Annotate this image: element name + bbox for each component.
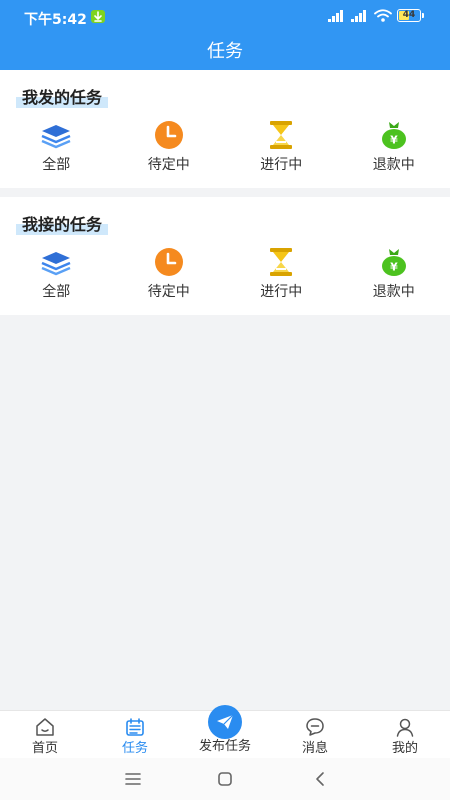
status-in-progress[interactable]: 进行中 — [225, 245, 338, 311]
status-time: 下午5:42 — [24, 12, 87, 28]
section-published-tasks: 我发的任务 全部 待定中 进行中 ¥ 退款中 — [0, 70, 450, 188]
status-label: 退款中 — [372, 284, 415, 300]
wifi-icon — [374, 9, 392, 22]
tab-me[interactable]: 我的 — [360, 711, 450, 759]
tab-tasks[interactable]: 任务 — [90, 711, 180, 759]
status-label: 进行中 — [260, 284, 303, 300]
signal-icon — [351, 9, 366, 22]
back-icon[interactable] — [309, 768, 331, 790]
download-icon — [91, 10, 105, 23]
tab-label: 消息 — [301, 741, 328, 756]
app-header: 下午5:42 44 任务 — [0, 0, 450, 70]
hourglass-icon — [270, 248, 293, 276]
hourglass-icon — [270, 121, 293, 149]
tab-label: 我的 — [391, 741, 418, 756]
svg-text:¥: ¥ — [390, 134, 398, 147]
clock-icon — [154, 121, 183, 149]
tab-home[interactable]: 首页 — [0, 711, 90, 759]
money-bag-icon: ¥ — [381, 122, 406, 149]
status-label: 全部 — [42, 157, 71, 173]
calendar-icon — [126, 718, 144, 736]
status-label: 全部 — [42, 284, 71, 300]
svg-text:¥: ¥ — [390, 261, 398, 274]
battery-level: 44 — [402, 10, 416, 20]
bottom-tab-bar: 首页 任务 发布任务 消息 我的 — [0, 705, 450, 759]
layers-icon — [41, 252, 71, 276]
chat-bubble-icon — [306, 718, 324, 736]
status-icons: 44 — [323, 9, 424, 22]
task-status-grid: 全部 待定中 进行中 ¥ 退款中 — [0, 245, 450, 311]
paper-plane-icon — [217, 714, 234, 729]
section-title: 我发的任务 — [16, 84, 109, 108]
status-all[interactable]: 全部 — [0, 245, 113, 311]
home-icon — [36, 718, 54, 736]
status-in-progress[interactable]: 进行中 — [225, 118, 338, 184]
status-refunding[interactable]: ¥ 退款中 — [338, 245, 450, 311]
tab-label: 任务 — [121, 741, 148, 756]
system-navigation-bar — [0, 758, 450, 800]
status-pending[interactable]: 待定中 — [113, 245, 226, 311]
money-bag-icon: ¥ — [381, 249, 406, 276]
battery-icon: 44 — [397, 9, 421, 22]
page-title: 任务 — [207, 41, 243, 62]
tab-messages[interactable]: 消息 — [270, 711, 360, 759]
home-square-icon[interactable] — [214, 768, 236, 790]
status-pending[interactable]: 待定中 — [113, 118, 226, 184]
battery-tip — [422, 13, 424, 18]
user-icon — [396, 718, 414, 737]
tab-label: 首页 — [31, 741, 58, 756]
status-label: 退款中 — [372, 157, 415, 173]
status-refunding[interactable]: ¥ 退款中 — [338, 118, 450, 184]
layers-icon — [41, 125, 71, 149]
status-label: 待定中 — [147, 284, 190, 300]
section-title: 我接的任务 — [16, 211, 109, 235]
menu-icon[interactable] — [122, 768, 144, 790]
tab-publish-task[interactable]: 发布任务 — [180, 705, 270, 759]
status-label: 待定中 — [147, 157, 190, 173]
clock-icon — [154, 248, 183, 276]
task-status-grid: 全部 待定中 进行中 ¥ 退款中 — [0, 118, 450, 184]
status-all[interactable]: 全部 — [0, 118, 113, 184]
publish-button[interactable] — [208, 705, 242, 739]
section-accepted-tasks: 我接的任务 全部 待定中 进行中 ¥ 退款中 — [0, 197, 450, 315]
status-bar: 下午5:42 44 — [0, 0, 450, 32]
tab-label: 发布任务 — [198, 739, 251, 754]
signal-icon — [328, 9, 343, 22]
status-label: 进行中 — [260, 157, 303, 173]
